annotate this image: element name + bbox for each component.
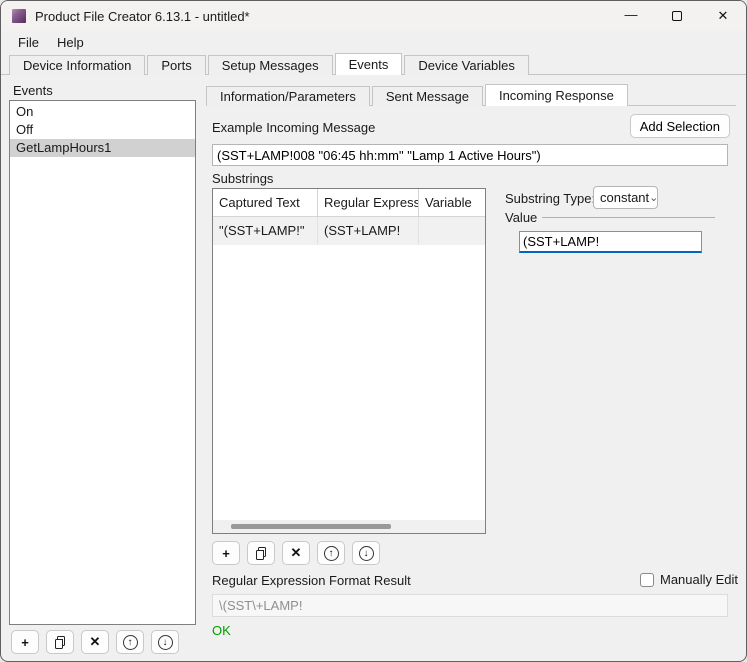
add-selection-button[interactable]: Add Selection	[630, 114, 730, 138]
plus-icon: +	[21, 635, 29, 650]
event-delete-button[interactable]: ✕	[81, 630, 109, 654]
substrings-label: Substrings	[212, 171, 273, 186]
arrow-up-icon: ↑	[123, 635, 138, 650]
regex-result-field	[212, 594, 728, 617]
plus-icon: +	[222, 546, 230, 561]
substring-move-up-button[interactable]: ↑	[317, 541, 345, 565]
substring-duplicate-button[interactable]	[247, 541, 275, 565]
column-header-regular-expression[interactable]: Regular Expressio	[318, 189, 419, 217]
substring-type-value: constant	[600, 190, 649, 205]
column-header-variable[interactable]: Variable	[419, 189, 485, 217]
event-duplicate-button[interactable]	[46, 630, 74, 654]
cell-captured-text: "(SST+LAMP!"	[213, 217, 318, 245]
status-text: OK	[212, 623, 231, 638]
substring-move-down-button[interactable]: ↓	[352, 541, 380, 565]
minimize-icon: —	[625, 7, 638, 22]
substrings-toolbar: + ✕ ↑ ↓	[212, 541, 380, 565]
menu-help[interactable]: Help	[48, 33, 93, 52]
maximize-button[interactable]	[654, 1, 700, 31]
table-row[interactable]: "(SST+LAMP!" (SST+LAMP!	[213, 217, 485, 245]
main-tab-bar: Device Information Ports Setup Messages …	[1, 53, 746, 75]
copy-icon	[255, 546, 268, 561]
events-panel-label: Events	[13, 83, 53, 98]
minimize-button[interactable]: —	[608, 1, 654, 31]
horizontal-scrollbar[interactable]	[213, 520, 485, 533]
substrings-table-header: Captured Text Regular Expressio Variable	[213, 189, 485, 217]
column-header-captured-text[interactable]: Captured Text	[213, 189, 318, 217]
table-empty-area	[213, 245, 485, 520]
regex-format-result-label: Regular Expression Format Result	[212, 573, 411, 588]
substring-add-button[interactable]: +	[212, 541, 240, 565]
window-title: Product File Creator 6.13.1 - untitled*	[35, 9, 250, 24]
tab-events[interactable]: Events	[335, 53, 403, 75]
manually-edit-checkbox[interactable]	[640, 573, 654, 587]
copy-icon	[54, 635, 67, 650]
example-incoming-message-label: Example Incoming Message	[212, 120, 375, 135]
substring-delete-button[interactable]: ✕	[282, 541, 310, 565]
example-incoming-message-input[interactable]	[212, 144, 728, 166]
title-bar: Product File Creator 6.13.1 - untitled* …	[1, 1, 746, 31]
tab-sent-message[interactable]: Sent Message	[372, 86, 483, 106]
menu-bar: File Help	[1, 31, 746, 53]
app-icon	[12, 9, 26, 23]
maximize-icon	[672, 11, 682, 21]
events-list: On Off GetLampHours1	[9, 100, 196, 625]
substrings-table: Captured Text Regular Expressio Variable…	[212, 188, 486, 534]
arrow-up-icon: ↑	[324, 546, 339, 561]
arrow-down-icon: ↓	[359, 546, 374, 561]
event-sub-tab-bar: Information/Parameters Sent Message Inco…	[206, 84, 736, 106]
substring-type-dropdown[interactable]: constant ⌄	[593, 186, 658, 209]
tab-incoming-response[interactable]: Incoming Response	[485, 84, 628, 106]
event-add-button[interactable]: +	[11, 630, 39, 654]
tab-device-variables[interactable]: Device Variables	[404, 55, 529, 75]
value-group-divider	[542, 217, 715, 218]
tab-setup-messages[interactable]: Setup Messages	[208, 55, 333, 75]
cell-regular-expression: (SST+LAMP!	[318, 217, 419, 245]
event-move-up-button[interactable]: ↑	[116, 630, 144, 654]
tab-information-parameters[interactable]: Information/Parameters	[206, 86, 370, 106]
tab-ports[interactable]: Ports	[147, 55, 205, 75]
delete-icon: ✕	[291, 545, 302, 561]
value-input[interactable]	[519, 231, 702, 253]
tab-device-information[interactable]: Device Information	[9, 55, 145, 75]
chevron-down-icon: ⌄	[649, 193, 658, 203]
arrow-down-icon: ↓	[158, 635, 173, 650]
manually-edit-control: Manually Edit	[640, 572, 738, 587]
close-icon: ✕	[718, 8, 729, 24]
app-window: Product File Creator 6.13.1 - untitled* …	[0, 0, 747, 662]
events-toolbar: + ✕ ↑ ↓	[11, 630, 179, 654]
event-move-down-button[interactable]: ↓	[151, 630, 179, 654]
list-item-getlamphours1[interactable]: GetLampHours1	[10, 139, 195, 157]
list-item-on[interactable]: On	[10, 103, 195, 121]
manually-edit-label: Manually Edit	[660, 572, 738, 587]
value-group-label: Value	[505, 210, 537, 225]
menu-file[interactable]: File	[9, 33, 48, 52]
cell-variable	[419, 217, 485, 245]
list-item-off[interactable]: Off	[10, 121, 195, 139]
delete-icon: ✕	[90, 634, 101, 650]
horizontal-scrollbar-thumb[interactable]	[231, 524, 391, 529]
close-button[interactable]: ✕	[700, 1, 746, 31]
substring-type-label: Substring Type:	[505, 191, 595, 206]
